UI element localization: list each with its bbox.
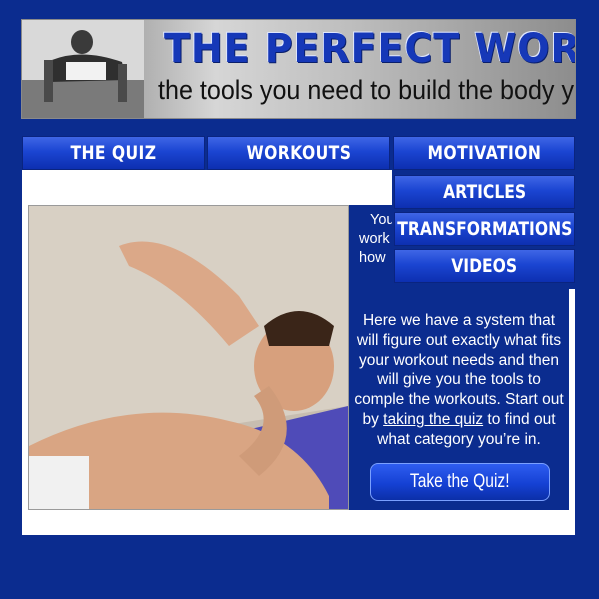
take-the-quiz-button[interactable]: Take the Quiz! <box>370 463 550 501</box>
pushup-photo <box>22 20 144 118</box>
dropdown-item-articles-label: ARTICLES <box>442 181 526 203</box>
nav-motivation[interactable]: MOTIVATION <box>393 136 575 170</box>
dropdown-item-transformations-label: TRANSFORMATIONS <box>396 218 573 240</box>
take-quiz-link[interactable]: taking the quiz <box>383 411 483 428</box>
site-title: THE PERFECT WORKOUT <box>164 26 576 72</box>
nav-workouts[interactable]: WORKOUTS <box>207 136 390 170</box>
crunches-photo <box>28 205 349 510</box>
body-text: Here we have a system that will figure o… <box>354 311 564 450</box>
header-banner: THE PERFECT WORKOUT the tools you need t… <box>21 19 576 119</box>
take-the-quiz-label: Take the Quiz! <box>410 471 510 492</box>
dropdown-item-videos[interactable]: VIDEOS <box>394 249 575 283</box>
man-doing-crunches-icon <box>29 206 348 509</box>
dropdown-item-transformations[interactable]: TRANSFORMATIONS <box>394 212 575 246</box>
man-pushup-icon <box>22 20 144 118</box>
nav-the-quiz[interactable]: THE QUIZ <box>22 136 205 170</box>
dropdown-item-articles[interactable]: ARTICLES <box>394 175 575 209</box>
nav-motivation-label: MOTIVATION <box>427 142 541 164</box>
dropdown-item-videos-label: VIDEOS <box>451 255 518 277</box>
nav-workouts-label: WORKOUTS <box>246 142 351 164</box>
nav-the-quiz-label: THE QUIZ <box>70 142 157 164</box>
site-tagline: the tools you need to build the body you… <box>158 75 575 105</box>
